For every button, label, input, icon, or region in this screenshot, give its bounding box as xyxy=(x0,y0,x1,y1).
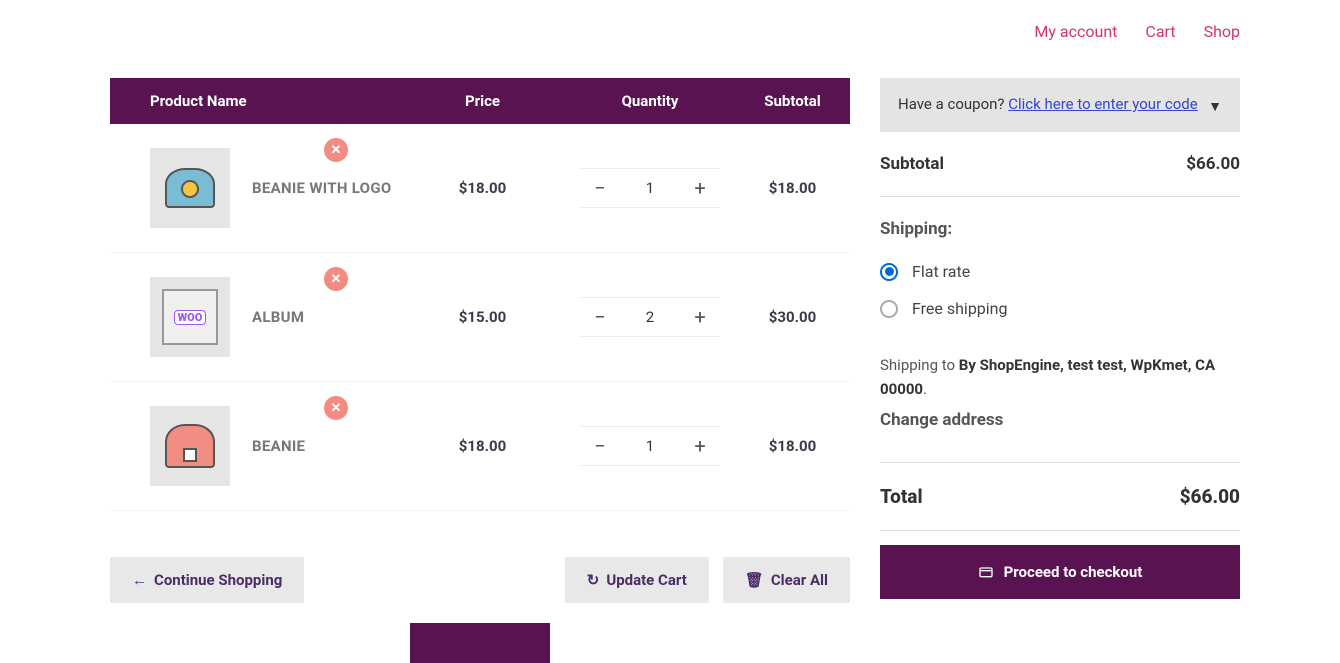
line-subtotal: $18.00 xyxy=(735,437,850,455)
table-row: ✕ BEANIE WITH LOGO $18.00 − 1 + $18.00 xyxy=(110,124,850,253)
total-value: $66.00 xyxy=(1180,485,1240,508)
product-thumbnail: WOO xyxy=(150,277,230,357)
shipping-free[interactable]: Free shipping xyxy=(880,290,1240,327)
table-row: ✕ WOO ALBUM $15.00 − 2 + $30.00 xyxy=(110,253,850,382)
table-header: Product Name Price Quantity Subtotal xyxy=(110,78,850,124)
product-thumbnail xyxy=(150,406,230,486)
shipping-heading: Shipping: xyxy=(880,197,1240,253)
qty-increase-button[interactable]: + xyxy=(680,298,720,336)
proceed-to-checkout-button[interactable]: Proceed to checkout xyxy=(880,545,1240,599)
checkout-label: Proceed to checkout xyxy=(1004,563,1143,581)
dark-button-partial[interactable] xyxy=(410,623,550,663)
change-address-link[interactable]: Change address xyxy=(880,407,1240,434)
qty-value[interactable]: 2 xyxy=(620,308,680,326)
quantity-stepper: − 1 + xyxy=(580,168,720,208)
product-name[interactable]: BEANIE WITH LOGO xyxy=(252,179,392,197)
quantity-stepper: − 2 + xyxy=(580,297,720,337)
col-head-subtotal: Subtotal xyxy=(735,92,850,110)
clear-label: Clear All xyxy=(771,571,828,589)
qty-decrease-button[interactable]: − xyxy=(580,298,620,336)
trash-icon: 🗑 xyxy=(745,571,764,589)
free-shipping-label: Free shipping xyxy=(912,299,1008,318)
product-price: $18.00 xyxy=(400,437,565,455)
product-price: $15.00 xyxy=(400,308,565,326)
col-head-price: Price xyxy=(400,92,565,110)
remove-item-button[interactable]: ✕ xyxy=(324,267,348,291)
shipto-prefix: Shipping to xyxy=(880,356,959,374)
shipping-flat-rate[interactable]: Flat rate xyxy=(880,253,1240,290)
remove-item-button[interactable]: ✕ xyxy=(324,396,348,420)
qty-value[interactable]: 1 xyxy=(620,179,680,197)
coupon-toggle[interactable]: Have a coupon? Click here to enter your … xyxy=(880,78,1240,132)
total-row: Total $66.00 xyxy=(880,463,1240,531)
qty-increase-button[interactable]: + xyxy=(680,169,720,207)
radio-icon xyxy=(880,263,898,281)
update-cart-button[interactable]: ↻ Update Cart xyxy=(565,557,709,603)
quantity-stepper: − 1 + xyxy=(580,426,720,466)
qty-decrease-button[interactable]: − xyxy=(580,427,620,465)
product-name[interactable]: BEANIE xyxy=(252,437,305,455)
qty-value[interactable]: 1 xyxy=(620,437,680,455)
shipping-address: Shipping to By ShopEngine, test test, Wp… xyxy=(880,327,1240,463)
cart-summary: Have a coupon? Click here to enter your … xyxy=(880,78,1240,663)
subtotal-label: Subtotal xyxy=(880,154,944,174)
product-thumbnail xyxy=(150,148,230,228)
shop-link[interactable]: Shop xyxy=(1204,22,1240,41)
col-head-quantity: Quantity xyxy=(565,92,735,110)
product-name[interactable]: ALBUM xyxy=(252,308,304,326)
my-account-link[interactable]: My account xyxy=(1034,22,1117,41)
cart-actions: ← Continue Shopping ↻ Update Cart 🗑 Clea… xyxy=(110,557,850,603)
cart-table: Product Name Price Quantity Subtotal ✕ B… xyxy=(110,78,850,663)
subtotal-row: Subtotal $66.00 xyxy=(880,132,1240,197)
cart-link[interactable]: Cart xyxy=(1145,22,1175,41)
arrow-left-icon: ← xyxy=(132,571,147,589)
refresh-icon: ↻ xyxy=(587,571,600,589)
line-subtotal: $18.00 xyxy=(735,179,850,197)
subtotal-value: $66.00 xyxy=(1186,154,1240,174)
continue-shopping-button[interactable]: ← Continue Shopping xyxy=(110,557,304,603)
total-label: Total xyxy=(880,485,923,508)
coupon-question: Have a coupon? xyxy=(898,95,1005,113)
line-subtotal: $30.00 xyxy=(735,308,850,326)
qty-increase-button[interactable]: + xyxy=(680,427,720,465)
col-head-product: Product Name xyxy=(110,92,400,110)
table-row: ✕ BEANIE $18.00 − 1 + $18.00 xyxy=(110,382,850,511)
chevron-down-icon: ▼ xyxy=(1208,98,1222,115)
card-icon xyxy=(978,564,994,580)
product-price: $18.00 xyxy=(400,179,565,197)
clear-all-button[interactable]: 🗑 Clear All xyxy=(723,557,850,603)
qty-decrease-button[interactable]: − xyxy=(580,169,620,207)
coupon-link[interactable]: Click here to enter your code xyxy=(1008,95,1197,113)
continue-label: Continue Shopping xyxy=(154,571,282,589)
radio-icon xyxy=(880,300,898,318)
update-label: Update Cart xyxy=(606,571,686,589)
flat-rate-label: Flat rate xyxy=(912,262,970,281)
remove-item-button[interactable]: ✕ xyxy=(324,138,348,162)
top-nav: My account Cart Shop xyxy=(1034,22,1240,41)
